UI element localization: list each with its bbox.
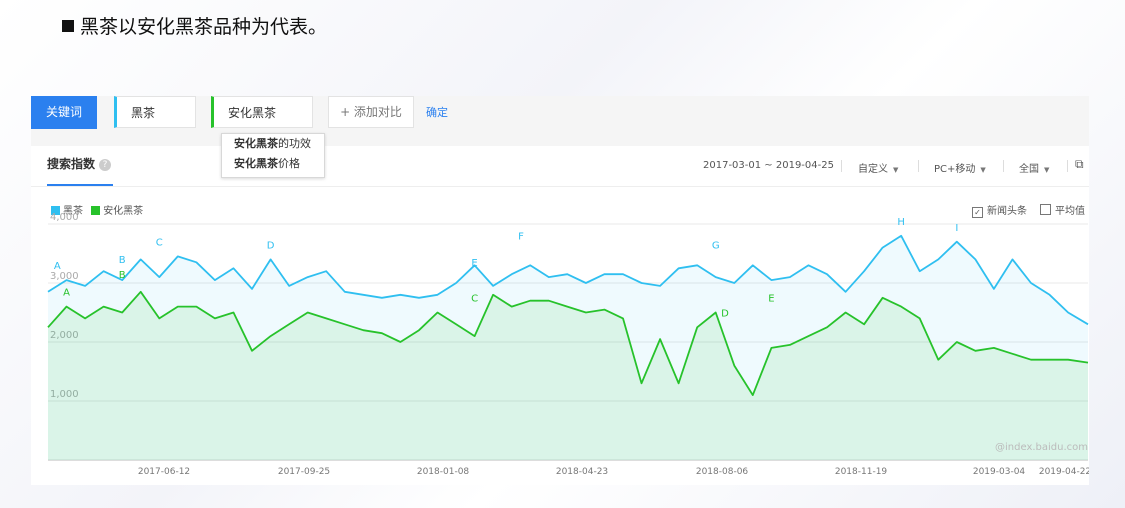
annotation-label: A <box>54 261 61 272</box>
annotation-label: D <box>267 240 275 251</box>
x-tick-label: 2018-11-19 <box>835 467 888 477</box>
annotation-label: A <box>63 288 70 299</box>
x-tick-label: 2019-04-22 <box>1039 467 1089 477</box>
x-tick-label: 2018-01-08 <box>417 467 470 477</box>
watermark: @index.baidu.com <box>995 442 1089 453</box>
baidu-index-panel: 关键词 黑茶 安化黑茶 + 添加对比 确定 安化黑茶的功效 安化黑茶价格 搜索指… <box>31 96 1089 485</box>
annotation-label: E <box>471 258 477 269</box>
annotation-label: B <box>119 255 126 266</box>
heading-text: 黑茶以安化黑茶品种为代表。 <box>80 16 328 38</box>
x-tick-label: 2017-09-25 <box>278 467 330 477</box>
suggestion-item[interactable]: 安化黑茶价格 <box>222 154 324 174</box>
annotation-label: E <box>768 294 774 305</box>
suggestion-item[interactable]: 安化黑茶的功效 <box>222 134 324 154</box>
annotation-label: H <box>897 217 905 228</box>
x-tick-label: 2019-03-04 <box>973 467 1026 477</box>
square-bullet-icon <box>62 20 74 32</box>
x-axis-baseline <box>48 460 1088 461</box>
suggestion-dropdown: 安化黑茶的功效 安化黑茶价格 <box>221 133 325 178</box>
annotation-label: C <box>156 238 163 249</box>
x-tick-label: 2018-08-06 <box>696 467 749 477</box>
annotation-label: B <box>119 270 126 281</box>
suggestion-suffix: 价格 <box>278 157 300 170</box>
annotation-label: D <box>721 308 729 319</box>
annotation-label: I <box>955 223 958 234</box>
x-tick-label: 2018-04-23 <box>556 467 608 477</box>
suggestion-keyword: 安化黑茶 <box>234 137 278 150</box>
suggestion-keyword: 安化黑茶 <box>234 157 278 170</box>
section-heading: 黑茶以安化黑茶品种为代表。 <box>62 12 327 39</box>
y-tick-label: 3,000 <box>50 271 79 282</box>
annotation-label: F <box>518 232 524 243</box>
trend-chart: 1,0002,0003,0004,000ABCDEFGHIABCDE2017-0… <box>47 212 1089 477</box>
annotation-label: C <box>471 294 478 305</box>
x-tick-label: 2017-06-12 <box>138 467 190 477</box>
y-tick-label: 4,000 <box>50 212 79 223</box>
suggestion-suffix: 的功效 <box>278 137 311 150</box>
annotation-label: G <box>712 240 720 251</box>
